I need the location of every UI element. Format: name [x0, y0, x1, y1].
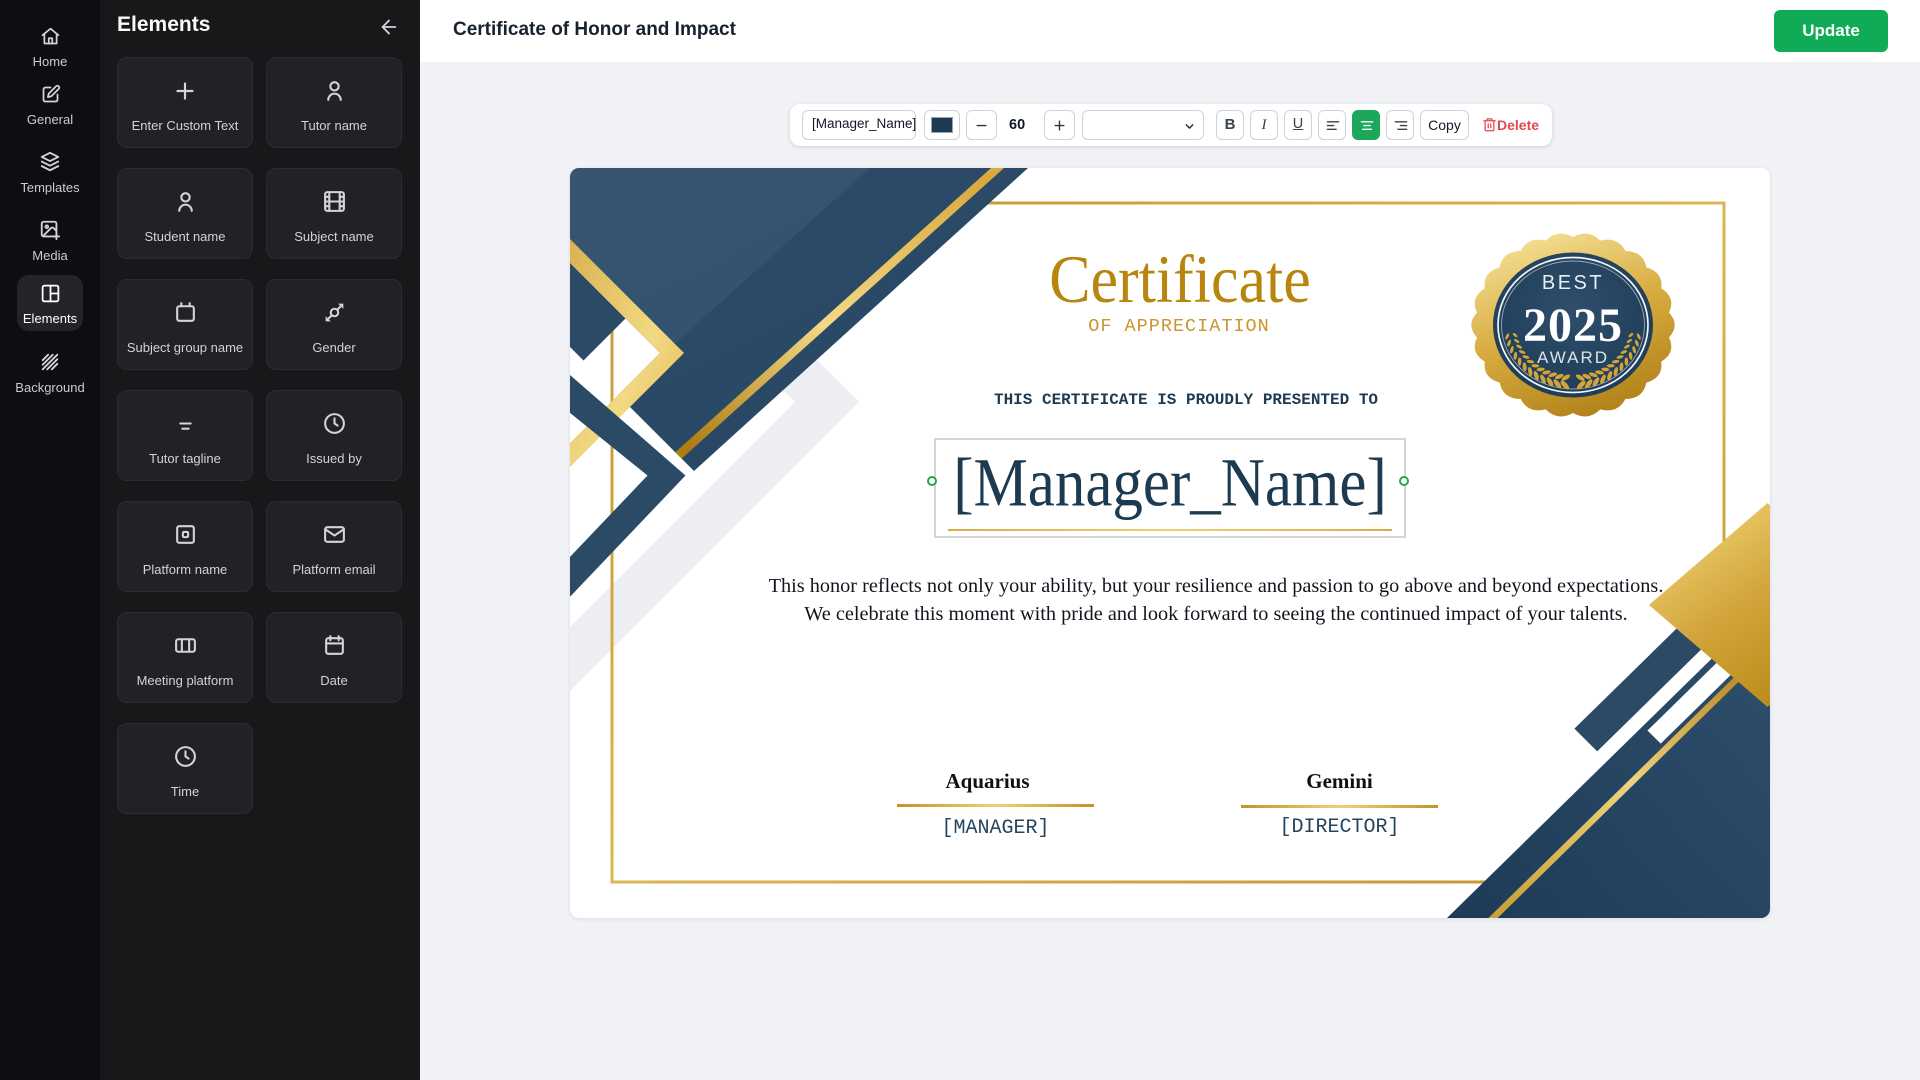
svg-text:AWARD: AWARD: [1537, 348, 1609, 367]
